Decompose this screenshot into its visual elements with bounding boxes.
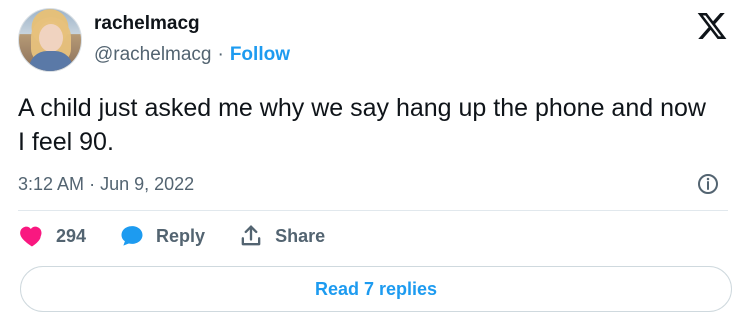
- tweet-header: rachelmacg @rachelmacg · Follow: [18, 8, 290, 72]
- tweet-metadata: 3:12 AM · Jun 9, 2022: [18, 174, 194, 195]
- tweet-text: A child just asked me why we say hang up…: [18, 94, 706, 156]
- follow-button[interactable]: Follow: [230, 44, 290, 67]
- heart-icon[interactable]: [18, 222, 46, 250]
- tweet-embed: rachelmacg @rachelmacg · Follow A child …: [0, 0, 740, 329]
- user-info: rachelmacg @rachelmacg · Follow: [94, 13, 290, 67]
- meta-separator: ·: [89, 174, 96, 194]
- like-count: 294: [56, 225, 87, 246]
- handle-row: @rachelmacg · Follow: [94, 44, 290, 67]
- share-label: Share: [275, 225, 326, 246]
- avatar-shirt: [29, 51, 73, 71]
- info-icon[interactable]: [696, 172, 720, 196]
- share-button[interactable]: Share: [237, 222, 325, 250]
- avatar-face: [39, 24, 63, 52]
- action-bar: 294 Reply Share: [18, 222, 325, 250]
- like-button[interactable]: 294: [18, 222, 86, 250]
- handle[interactable]: @rachelmacg: [94, 44, 212, 67]
- reply-button[interactable]: Reply: [118, 222, 205, 250]
- avatar[interactable]: [18, 8, 82, 72]
- handle-separator: ·: [217, 44, 224, 66]
- reply-label: Reply: [156, 225, 206, 246]
- tweet-date[interactable]: Jun 9, 2022: [100, 174, 194, 194]
- share-upload-icon[interactable]: [237, 222, 265, 250]
- tweet-time[interactable]: 3:12 AM: [18, 174, 84, 194]
- divider: [18, 210, 728, 211]
- read-replies-button[interactable]: Read 7 replies: [20, 266, 732, 312]
- x-logo-icon[interactable]: [696, 10, 728, 42]
- speech-bubble-icon[interactable]: [118, 222, 146, 250]
- display-name[interactable]: rachelmacg: [94, 13, 290, 39]
